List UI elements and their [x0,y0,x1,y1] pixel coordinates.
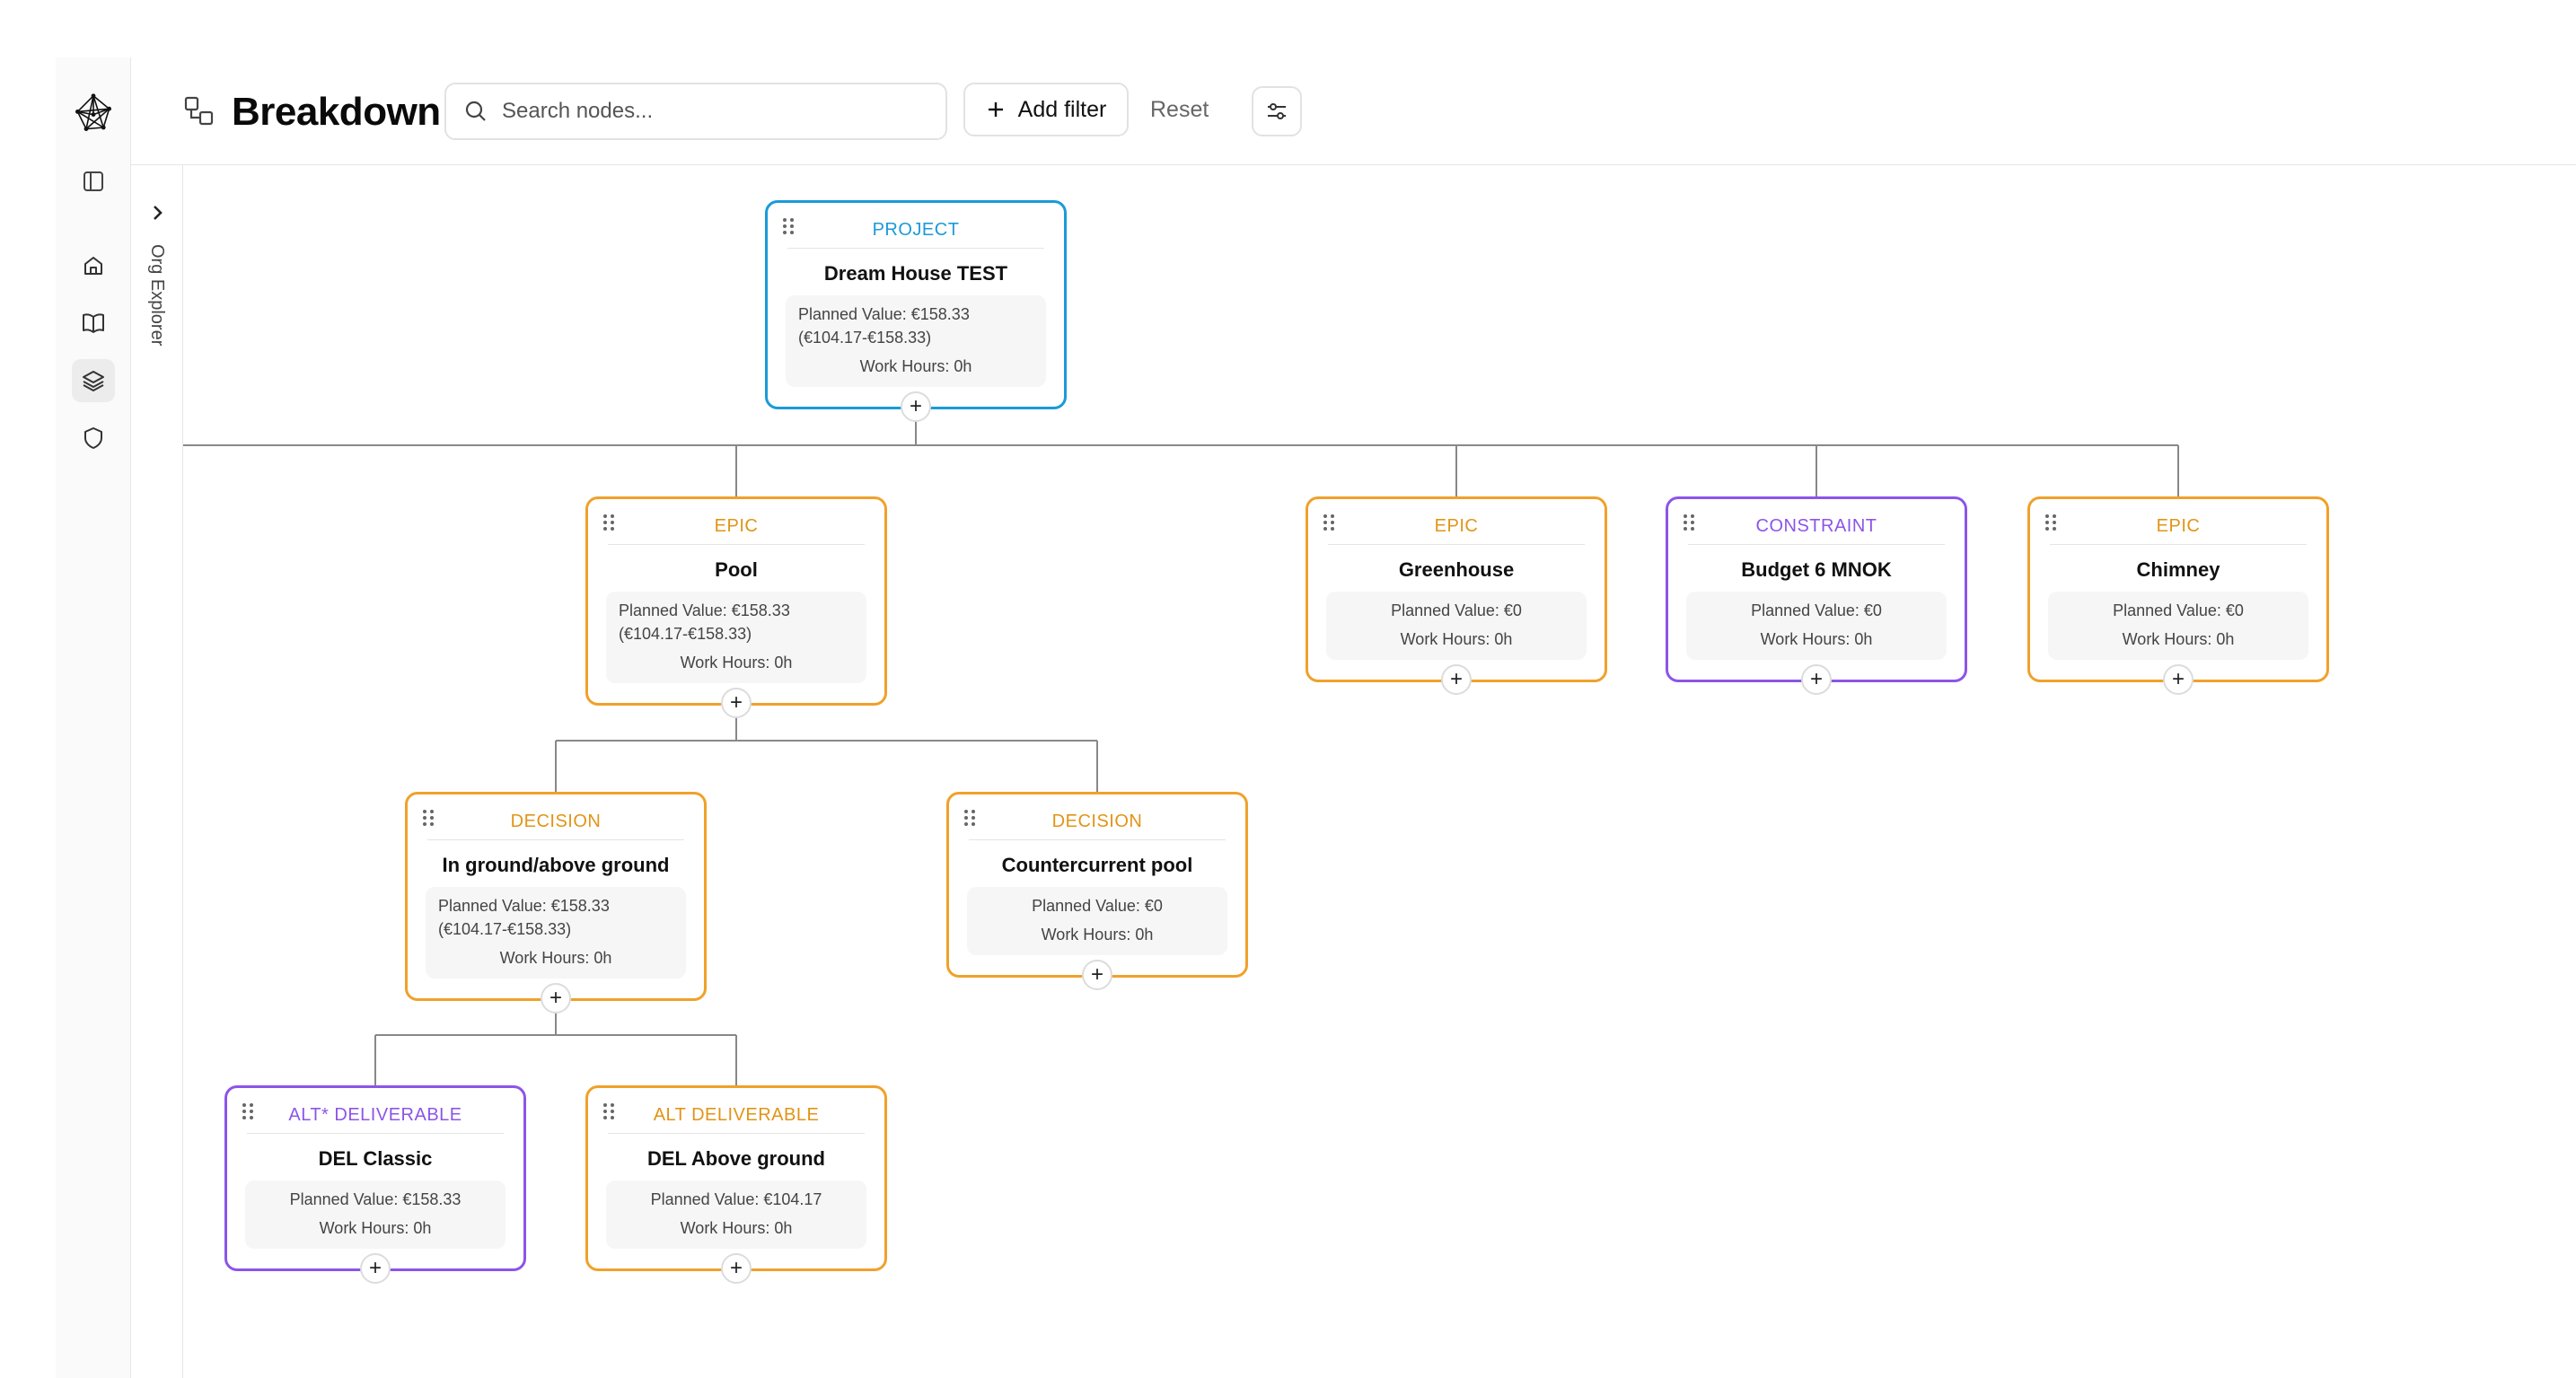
breakdown-icon [183,95,215,127]
drag-handle-icon[interactable] [242,1102,254,1120]
drag-handle-icon[interactable] [2044,513,2057,531]
work-hours: Work Hours: 0h [859,357,972,375]
plus-icon [988,102,1003,117]
node-deliverable-above-ground[interactable]: ALT DELIVERABLE DEL Above ground Planned… [585,1085,887,1284]
tree-edges [183,396,2179,1086]
node-name: Pool [715,558,758,581]
node-info: Planned Value: €0 Work Hours: 0h [1326,592,1587,660]
add-child-button[interactable]: + [901,391,931,422]
planned-value: Planned Value: €104.17 [650,1190,822,1208]
node-type-label: EPIC [1328,515,1585,545]
work-hours: Work Hours: 0h [2122,630,2235,648]
node-info: Planned Value: €104.17 Work Hours: 0h [606,1181,866,1249]
search-input[interactable] [502,99,924,124]
add-child-button[interactable]: + [1441,664,1472,695]
reset-button[interactable]: Reset [1150,83,1209,136]
node-name: Budget 6 MNOK [1741,558,1892,581]
node-info: Planned Value: €158.33 Work Hours: 0h [245,1181,506,1249]
node-epic-pool[interactable]: EPIC Pool Planned Value: €158.33 (€104.1… [585,496,887,718]
node-type-label: ALT DELIVERABLE [608,1104,865,1134]
node-name: In ground/above ground [442,854,670,876]
node-decision-countercurrent[interactable]: DECISION Countercurrent pool Planned Val… [946,792,1248,990]
node-type-label: DECISION [969,811,1226,840]
planned-value: Planned Value: €0 [2113,601,2244,619]
drag-handle-icon[interactable] [963,809,976,827]
expand-chevron-icon[interactable] [144,199,171,226]
work-hours: Work Hours: 0h [680,1219,793,1237]
work-hours: Work Hours: 0h [1041,926,1154,944]
drag-handle-icon[interactable] [602,1102,615,1120]
planned-value: Planned Value: €158.33 (€104.17-€158.33) [438,897,610,938]
add-child-button[interactable]: + [360,1253,391,1284]
layers-icon[interactable] [72,359,115,402]
node-constraint-budget[interactable]: CONSTRAINT Budget 6 MNOK Planned Value: … [1666,496,1967,695]
node-name: Greenhouse [1398,558,1515,581]
planned-value: Planned Value: €0 [1391,601,1522,619]
node-type-label: EPIC [2050,515,2307,545]
drag-handle-icon[interactable] [422,809,435,827]
node-epic-chimney[interactable]: EPIC Chimney Planned Value: €0 Work Hour… [2027,496,2329,695]
node-deliverable-classic[interactable]: ALT* DELIVERABLE DEL Classic Planned Val… [224,1085,526,1284]
node-name: Dream House TEST [823,262,1008,285]
node-type-label: PROJECT [787,219,1044,249]
network-logo-icon[interactable] [72,92,115,135]
icon-rail [56,57,131,1378]
breakdown-canvas[interactable]: PROJECT Dream House TEST Planned Value: … [183,166,2576,1378]
org-explorer-panel: Org Explorer [131,165,183,1378]
node-name: DEL Above ground [647,1147,825,1170]
work-hours: Work Hours: 0h [499,949,612,967]
book-icon[interactable] [72,302,115,345]
page-title: Breakdown [232,90,441,134]
node-decision-inground[interactable]: DECISION In ground/above ground Planned … [405,792,707,1014]
node-name: Chimney [2136,558,2220,581]
sidebar-toggle-icon[interactable] [72,160,115,203]
node-info: Planned Value: €0 Work Hours: 0h [967,887,1227,955]
add-filter-button[interactable]: Add filter [963,83,1129,136]
node-info: Planned Value: €0 Work Hours: 0h [2048,592,2308,660]
planned-value: Planned Value: €158.33 (€104.17-€158.33) [619,601,790,643]
add-child-button[interactable]: + [541,983,571,1014]
home-icon[interactable] [72,244,115,287]
drag-handle-icon[interactable] [1323,513,1335,531]
org-explorer-label[interactable]: Org Explorer [144,244,171,379]
drag-handle-icon[interactable] [782,217,795,235]
sliders-icon [1268,103,1286,119]
node-name: Countercurrent pool [1001,854,1193,876]
node-type-label: DECISION [427,811,684,840]
node-epic-greenhouse[interactable]: EPIC Greenhouse Planned Value: €0 Work H… [1306,496,1607,695]
work-hours: Work Hours: 0h [680,654,793,671]
planned-value: Planned Value: €158.33 [289,1190,462,1208]
search-box[interactable] [444,83,947,140]
add-child-button[interactable]: + [2163,664,2194,695]
view-settings-button[interactable] [1252,86,1302,136]
planned-value: Planned Value: €158.33 (€104.17-€158.33) [798,305,970,347]
work-hours: Work Hours: 0h [319,1219,432,1237]
add-filter-label: Add filter [1017,96,1107,122]
add-child-button[interactable]: + [721,688,752,718]
node-info: Planned Value: €0 Work Hours: 0h [1686,592,1947,660]
work-hours: Work Hours: 0h [1760,630,1873,648]
node-info: Planned Value: €158.33 (€104.17-€158.33)… [606,592,866,683]
node-type-label: ALT* DELIVERABLE [247,1104,504,1134]
drag-handle-icon[interactable] [602,513,615,531]
top-bar: Breakdown Add filter Reset [131,57,2576,165]
node-type-label: CONSTRAINT [1688,515,1945,545]
add-child-button[interactable]: + [721,1253,752,1284]
node-project[interactable]: PROJECT Dream House TEST Planned Value: … [765,200,1067,422]
add-child-button[interactable]: + [1082,960,1112,990]
planned-value: Planned Value: €0 [1751,601,1882,619]
node-info: Planned Value: €158.33 (€104.17-€158.33)… [426,887,686,979]
planned-value: Planned Value: €0 [1032,897,1163,915]
node-type-label: EPIC [608,515,865,545]
search-icon [465,101,486,121]
node-info: Planned Value: €158.33 (€104.17-€158.33)… [786,295,1046,387]
work-hours: Work Hours: 0h [1400,630,1513,648]
drag-handle-icon[interactable] [1683,513,1695,531]
shield-icon[interactable] [72,417,115,460]
add-child-button[interactable]: + [1801,664,1832,695]
node-name: DEL Classic [318,1147,433,1170]
edge-project-children [183,396,2179,498]
